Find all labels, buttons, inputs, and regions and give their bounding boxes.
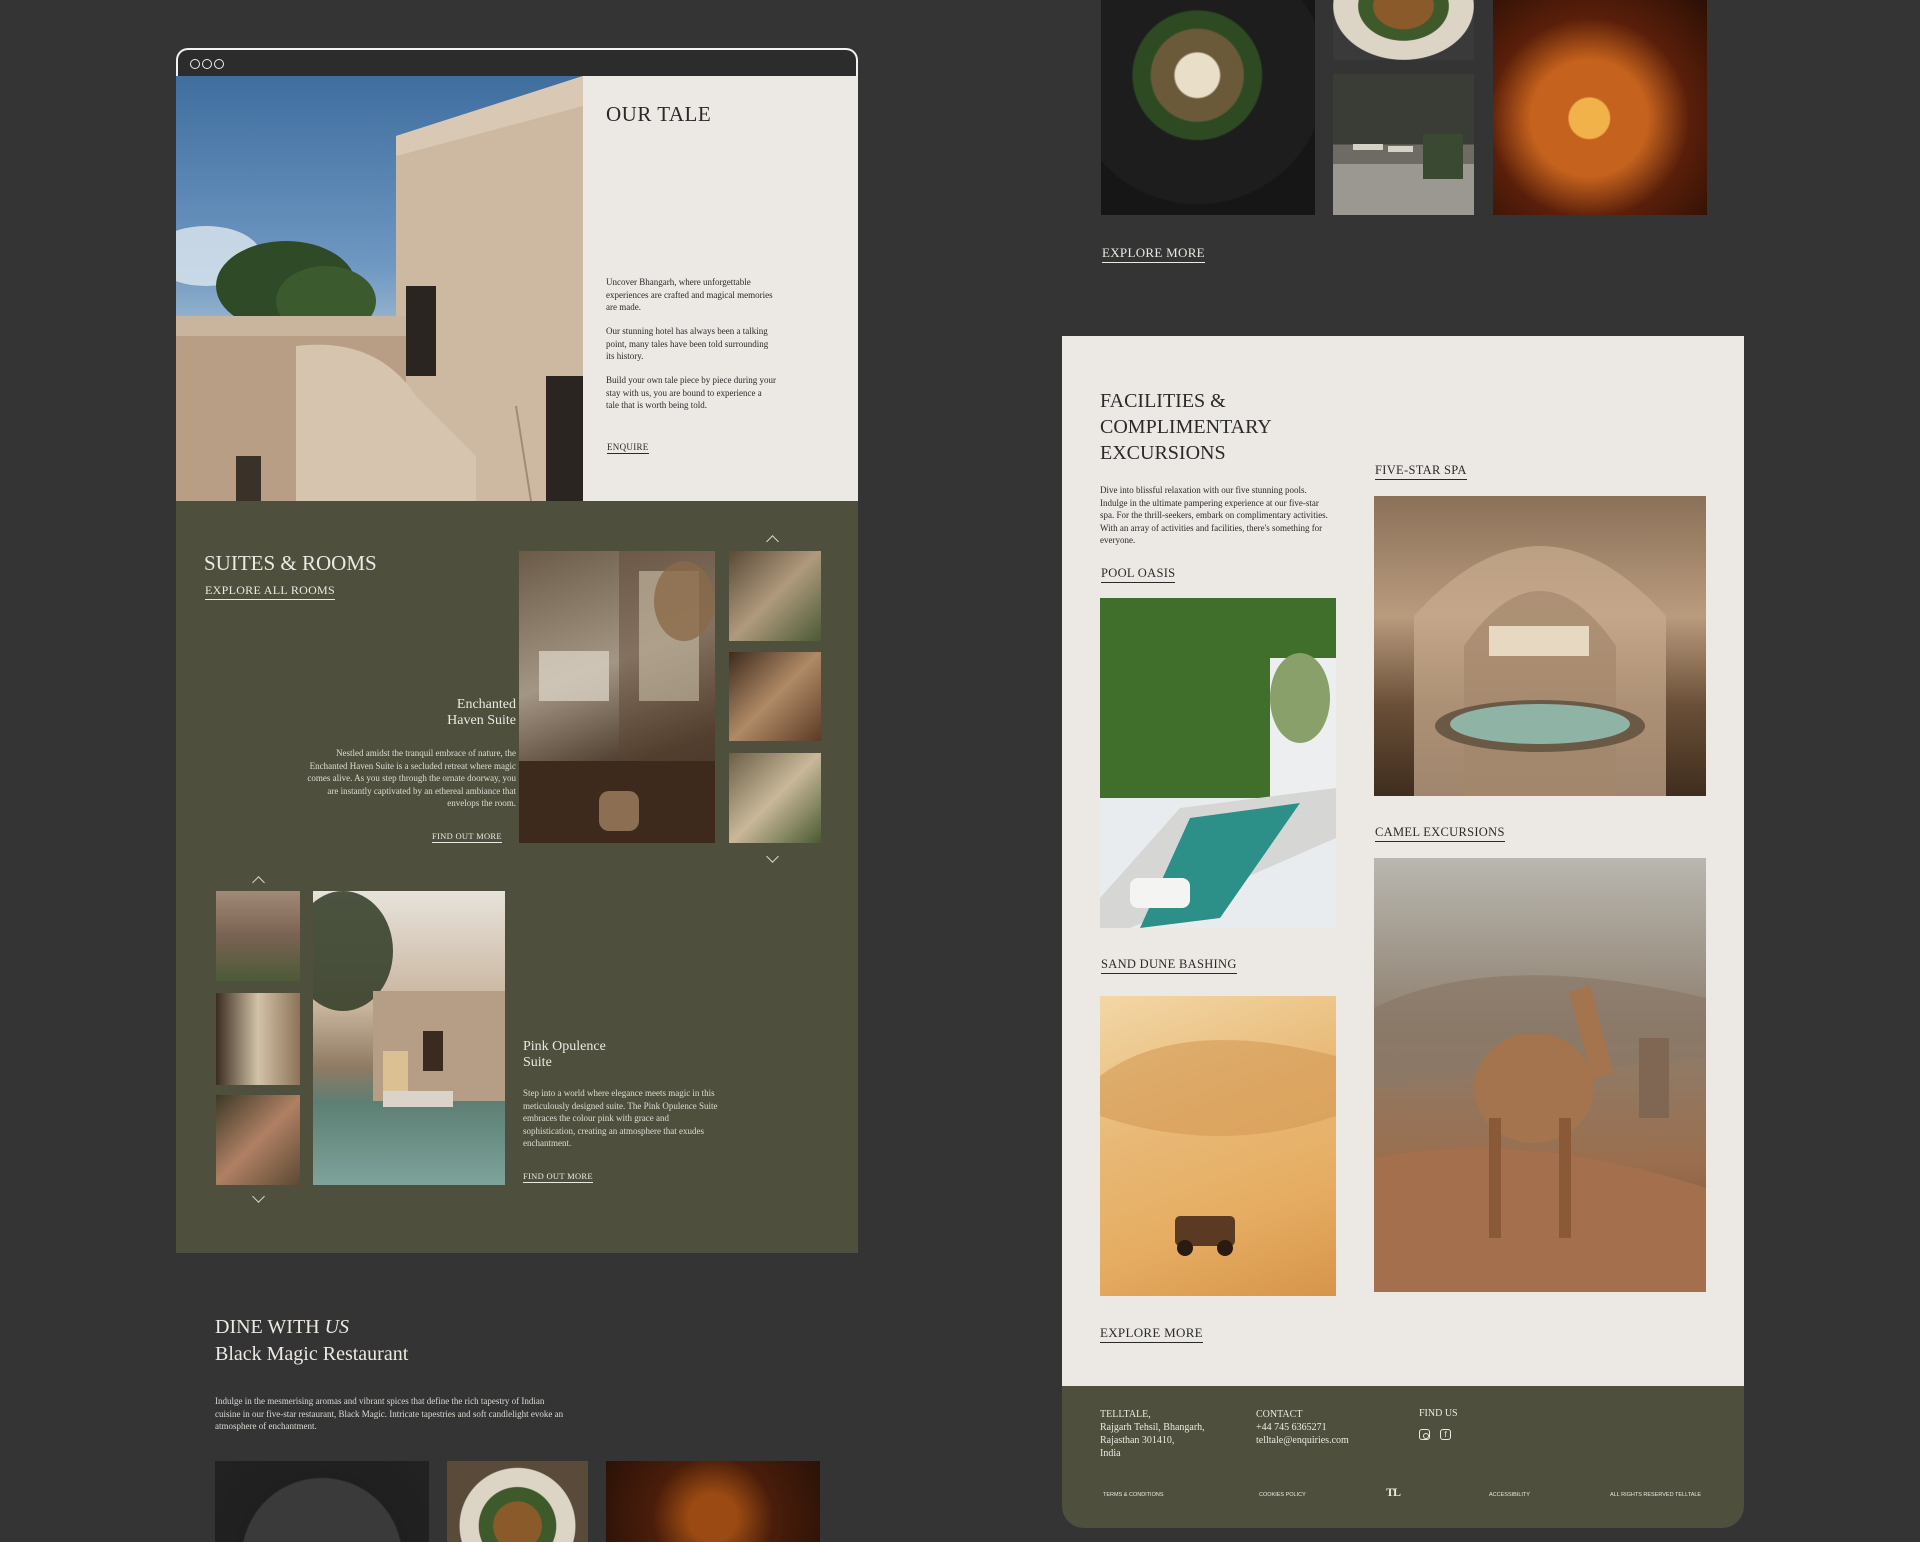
pink-suite-main-image xyxy=(313,891,505,1185)
restaurant-interior-image[interactable] xyxy=(1333,74,1474,215)
hotel-exterior-image xyxy=(176,76,583,501)
camel-excursions-label[interactable]: CAMEL EXCURSIONS xyxy=(1375,825,1505,842)
restaurant-floor-illustration xyxy=(1333,134,1474,215)
cocktail-image[interactable] xyxy=(1493,0,1707,215)
enchanted-suite-main-image xyxy=(519,551,715,843)
right-mockup-frame: EXPLORE MORE FACILITIES & COMPLIMENTARY … xyxy=(1062,0,1744,1528)
footer-find-us-title: FIND US xyxy=(1419,1408,1458,1419)
suites-section: SUITES & ROOMS EXPLORE ALL ROOMS Enchant… xyxy=(176,501,858,1253)
pink-suite-name-line: Pink Opulence xyxy=(523,1039,606,1054)
pool-oasis-label[interactable]: POOL OASIS xyxy=(1101,566,1176,583)
dine-section: DINE WITH US Black Magic Restaurant Indu… xyxy=(176,1253,858,1542)
facilities-title-line: EXCURSIONS xyxy=(1100,442,1226,464)
explore-all-rooms-link[interactable]: EXPLORE ALL ROOMS xyxy=(205,583,335,600)
suite-interior-illustration xyxy=(519,551,715,843)
sand-dune-bashing-label[interactable]: SAND DUNE BASHING xyxy=(1101,957,1237,974)
facilities-title: FACILITIES & COMPLIMENTARY EXCURSIONS xyxy=(1100,388,1272,466)
enchanted-suite-desc: Nestled amidst the tranquil embrace of n… xyxy=(307,748,516,808)
chevron-down-icon[interactable] xyxy=(766,850,779,863)
camel-excursions-image[interactable] xyxy=(1374,858,1706,1292)
our-tale-paragraph: Uncover Bhangarh, where unforgettable ex… xyxy=(606,277,773,312)
enchanted-suite-name-line: Enchanted xyxy=(456,697,516,712)
enchanted-thumb-image[interactable] xyxy=(729,551,821,641)
dine-title-prefix: DINE WITH xyxy=(215,1316,325,1338)
window-dot-icon[interactable] xyxy=(202,59,212,69)
cookies-link[interactable]: COOKIES POLICY xyxy=(1259,1492,1306,1498)
pink-suite-desc: Step into a world where elegance meets m… xyxy=(523,1088,718,1148)
footer-address-line: Rajasthan 301410, xyxy=(1100,1435,1175,1446)
facilities-title-line: COMPLIMENTARY xyxy=(1100,416,1272,438)
instagram-icon[interactable] xyxy=(1419,1429,1430,1440)
footer-address: TELLTALE, Rajgarh Tehsil, Bhangarh, Raja… xyxy=(1100,1408,1205,1460)
footer-address-line: TELLTALE, xyxy=(1100,1409,1151,1420)
dish-image[interactable] xyxy=(1101,0,1315,215)
enchanted-suite-name-line: Haven Suite xyxy=(447,713,516,728)
spa-illustration xyxy=(1414,546,1666,796)
accessibility-link[interactable]: ACCESSIBILITY xyxy=(1489,1492,1530,1498)
footer-logo[interactable]: TL xyxy=(1386,1485,1401,1500)
footer-contact-title: CONTACT xyxy=(1256,1409,1303,1420)
enchanted-find-out-more-link[interactable]: FIND OUT MORE xyxy=(432,831,502,843)
chevron-down-icon[interactable] xyxy=(252,1190,265,1203)
footer-contact: CONTACT +44 745 6365271 telltale@enquiri… xyxy=(1256,1408,1349,1447)
footer-address-line: Rajgarh Tehsil, Bhangarh, xyxy=(1100,1422,1205,1433)
footer: TELLTALE, Rajgarh Tehsil, Bhangarh, Raja… xyxy=(1062,1386,1744,1528)
window-dot-icon[interactable] xyxy=(214,59,224,69)
suites-title: SUITES & ROOMS xyxy=(204,551,377,575)
pink-suite-name-line: Suite xyxy=(523,1055,552,1070)
dish-image[interactable] xyxy=(215,1461,429,1542)
dish-image[interactable] xyxy=(447,1461,588,1542)
footer-address-line: India xyxy=(1100,1448,1121,1459)
five-star-spa-label[interactable]: FIVE-STAR SPA xyxy=(1375,463,1467,480)
dine-explore-more-link[interactable]: EXPLORE MORE xyxy=(1102,245,1205,263)
five-star-spa-image[interactable] xyxy=(1374,496,1706,796)
sand-dune-bashing-image[interactable] xyxy=(1100,996,1336,1296)
cocktail-image[interactable] xyxy=(606,1461,820,1542)
facilities-title-line: FACILITIES & xyxy=(1100,390,1226,412)
pool-illustration xyxy=(1100,598,1336,928)
our-tale-section: OUR TALE Uncover Bhangarh, where unforge… xyxy=(176,76,858,501)
facilities-explore-more-link[interactable]: EXPLORE MORE xyxy=(1100,1325,1203,1343)
facilities-desc: Dive into blissful relaxation with our f… xyxy=(1100,485,1328,545)
enquire-link[interactable]: ENQUIRE xyxy=(607,442,649,454)
pink-suite-name: Pink Opulence Suite xyxy=(523,1039,606,1071)
dine-subtitle: Black Magic Restaurant xyxy=(215,1343,409,1365)
browser-bar xyxy=(176,48,858,76)
chevron-up-icon[interactable] xyxy=(766,535,779,548)
window-dot-icon[interactable] xyxy=(190,59,200,69)
pool-oasis-image[interactable] xyxy=(1100,598,1336,928)
chevron-up-icon[interactable] xyxy=(252,876,265,889)
camel-illustration xyxy=(1374,975,1706,1292)
terms-link[interactable]: TERMS & CONDITIONS xyxy=(1103,1492,1164,1498)
pink-suite-illustration xyxy=(313,891,505,1107)
dine-desc: Indulge in the mesmerising aromas and vi… xyxy=(215,1396,564,1431)
footer-email[interactable]: telltale@enquiries.com xyxy=(1256,1435,1349,1446)
pink-thumb-image[interactable] xyxy=(216,891,300,981)
rights-text: ALL RIGHTS RESERVED TELLTALE xyxy=(1610,1492,1702,1498)
enchanted-suite-name: Enchanted Haven Suite xyxy=(376,697,516,729)
dine-title: DINE WITH US xyxy=(215,1316,349,1339)
dine-title-em: US xyxy=(324,1316,350,1338)
our-tale-paragraph: Our stunning hotel has always been a tal… xyxy=(606,326,769,361)
our-tale-paragraph: Build your own tale piece by piece durin… xyxy=(606,375,776,410)
enchanted-thumb-image[interactable] xyxy=(729,652,821,741)
dine-gallery-section: EXPLORE MORE xyxy=(1062,0,1744,336)
facilities-section: FACILITIES & COMPLIMENTARY EXCURSIONS Di… xyxy=(1062,336,1744,1386)
hotel-building-illustration xyxy=(176,76,583,501)
left-mockup-frame: OUR TALE Uncover Bhangarh, where unforge… xyxy=(176,48,858,1542)
our-tale-title: OUR TALE xyxy=(606,102,712,126)
dune-illustration xyxy=(1100,1040,1336,1256)
enchanted-thumb-image[interactable] xyxy=(729,753,821,843)
facebook-icon[interactable]: f xyxy=(1440,1429,1451,1440)
pink-thumb-image[interactable] xyxy=(216,1095,300,1185)
pink-thumb-image[interactable] xyxy=(216,993,300,1085)
footer-phone[interactable]: +44 745 6365271 xyxy=(1256,1422,1327,1433)
pink-find-out-more-link[interactable]: FIND OUT MORE xyxy=(523,1171,593,1183)
dish-image[interactable] xyxy=(1333,0,1474,60)
